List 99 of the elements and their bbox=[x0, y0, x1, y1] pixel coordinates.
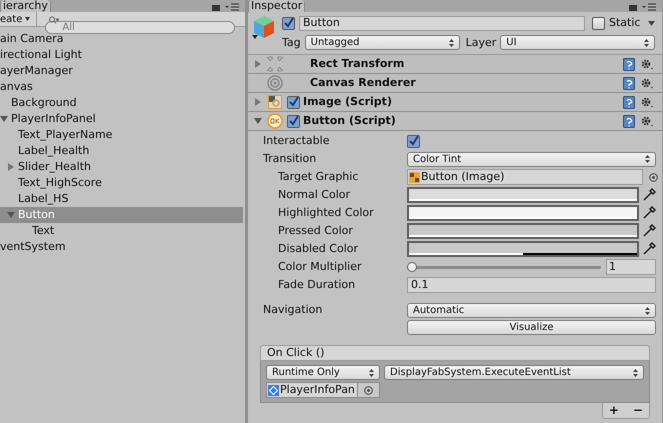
help-book-icon[interactable] bbox=[623, 114, 635, 128]
layer-label: Layer bbox=[466, 34, 496, 50]
hierarchy-item[interactable]: irectional Light bbox=[0, 47, 243, 63]
expanded-arrow-icon[interactable] bbox=[0, 115, 8, 123]
transition-dropdown[interactable]: Color Tint bbox=[407, 152, 656, 166]
hierarchy-item[interactable]: ventSystem bbox=[0, 239, 243, 255]
color-field[interactable] bbox=[407, 205, 639, 221]
checkbox[interactable] bbox=[407, 134, 420, 148]
hierarchy-item[interactable]: Label_Health bbox=[0, 143, 243, 159]
updown-arrows-icon bbox=[645, 155, 650, 163]
dropdown-arrow-icon[interactable] bbox=[648, 20, 655, 26]
tag-label: Tag bbox=[282, 34, 301, 50]
hierarchy-item[interactable]: ain Camera bbox=[0, 31, 243, 47]
function-dropdown[interactable]: DisplayFabSystem.ExecuteEventList bbox=[384, 365, 644, 380]
collapsed-arrow-icon[interactable] bbox=[7, 163, 15, 171]
property-label: Pressed Color bbox=[277, 222, 354, 239]
updown-arrows-icon bbox=[633, 368, 638, 376]
script-icon bbox=[268, 384, 279, 396]
inspector-tab[interactable]: Inspector bbox=[248, 0, 306, 12]
help-book-icon[interactable] bbox=[623, 96, 635, 108]
eyedropper-icon[interactable] bbox=[642, 188, 656, 202]
rect-transform-icon bbox=[266, 56, 284, 72]
property-label: Highlighted Color bbox=[277, 204, 375, 221]
eyedropper-icon[interactable] bbox=[642, 224, 656, 238]
static-checkbox[interactable] bbox=[592, 16, 605, 30]
settings-icon[interactable] bbox=[641, 58, 654, 70]
hierarchy-item[interactable]: Background bbox=[0, 95, 243, 111]
color-field[interactable] bbox=[407, 241, 639, 257]
hierarchy-item[interactable]: ayerManager bbox=[0, 63, 243, 79]
component-header[interactable]: Rect Transform bbox=[248, 55, 662, 74]
target-icon[interactable] bbox=[364, 386, 373, 394]
remove-button[interactable]: − bbox=[632, 403, 643, 418]
property-label: Color Multiplier bbox=[277, 258, 362, 275]
color-field[interactable] bbox=[407, 223, 639, 239]
search-icon bbox=[49, 16, 60, 24]
settings-icon[interactable] bbox=[641, 114, 654, 128]
ok-button-icon bbox=[267, 113, 283, 129]
tag-dropdown[interactable]: Untagged bbox=[304, 35, 460, 50]
name-field[interactable]: Button bbox=[299, 16, 585, 31]
component-title: Canvas Renderer bbox=[310, 74, 416, 91]
image-icon bbox=[268, 95, 282, 109]
hierarchy-item[interactable]: anvas bbox=[0, 79, 243, 95]
enabled-checkbox[interactable] bbox=[287, 114, 300, 128]
component-title: Image (Script) bbox=[303, 94, 392, 110]
property-label: Target Graphic bbox=[277, 168, 360, 185]
slider-thumb[interactable] bbox=[407, 262, 417, 272]
hierarchy-item[interactable]: Text bbox=[0, 223, 243, 239]
menu-icon[interactable] bbox=[225, 3, 239, 11]
help-book-icon[interactable] bbox=[623, 58, 635, 70]
updown-arrows-icon bbox=[645, 306, 650, 314]
property-label: Fade Duration bbox=[277, 276, 356, 293]
eyedropper-icon[interactable] bbox=[642, 206, 656, 220]
hierarchy-tab[interactable]: ierarchy bbox=[0, 0, 51, 12]
property-label: Normal Color bbox=[277, 186, 352, 203]
hierarchy-item[interactable]: Label_HS bbox=[0, 191, 243, 207]
layer-dropdown[interactable]: UI bbox=[500, 35, 655, 50]
static-label: Static bbox=[609, 15, 640, 31]
help-book-icon[interactable] bbox=[623, 76, 635, 90]
runtime-dropdown[interactable]: Runtime Only bbox=[266, 365, 380, 380]
updown-arrows-icon bbox=[644, 38, 649, 47]
object-field[interactable]: PlayerInfoPan bbox=[266, 382, 380, 398]
search-field[interactable]: All bbox=[45, 20, 236, 34]
add-button[interactable]: + bbox=[608, 403, 619, 418]
settings-icon[interactable] bbox=[641, 76, 654, 90]
property-label: Disabled Color bbox=[277, 240, 360, 257]
hierarchy-item[interactable]: Text_PlayerName bbox=[0, 127, 243, 143]
expanded-arrow-icon[interactable] bbox=[254, 117, 262, 125]
property-label: Interactable bbox=[263, 132, 330, 149]
menu-icon[interactable] bbox=[642, 3, 656, 11]
concentric-circles-icon bbox=[266, 75, 284, 91]
visualize-button[interactable]: Visualize bbox=[407, 320, 656, 335]
updown-arrows-icon bbox=[369, 368, 374, 376]
create-menu[interactable]: eate bbox=[0, 12, 38, 26]
object-field[interactable]: Button (Image) bbox=[407, 169, 643, 185]
settings-icon[interactable] bbox=[641, 96, 654, 108]
lock-icon[interactable] bbox=[629, 3, 637, 11]
color-field[interactable] bbox=[407, 187, 639, 203]
on-click-header: On Click () bbox=[260, 345, 650, 361]
component-title: Button (Script) bbox=[303, 112, 396, 129]
enabled-checkbox[interactable] bbox=[287, 96, 300, 108]
number-field[interactable]: 1 bbox=[606, 259, 656, 275]
hierarchy-item[interactable]: PlayerInfoPanel bbox=[0, 111, 243, 127]
eyedropper-icon[interactable] bbox=[642, 242, 656, 256]
number-field[interactable]: 0.1 bbox=[407, 277, 656, 293]
caret-icon bbox=[25, 17, 30, 21]
component-header[interactable]: Canvas Renderer bbox=[248, 74, 662, 93]
hierarchy-item[interactable]: Text_HighScore bbox=[0, 175, 243, 191]
hierarchy-item[interactable]: Slider_Health bbox=[0, 159, 243, 175]
lock-icon[interactable] bbox=[212, 3, 220, 11]
updown-arrows-icon bbox=[448, 38, 454, 47]
target-icon[interactable] bbox=[649, 172, 658, 182]
navigation-dropdown[interactable]: Automatic bbox=[407, 303, 656, 318]
component-header[interactable]: Image (Script) bbox=[248, 93, 662, 112]
active-checkbox[interactable] bbox=[282, 16, 295, 30]
component-title: Rect Transform bbox=[310, 56, 404, 72]
component-header[interactable]: Button (Script) bbox=[248, 112, 662, 131]
property-label: Transition bbox=[263, 150, 318, 167]
image-icon bbox=[409, 172, 420, 182]
property-label: Navigation bbox=[263, 302, 324, 318]
